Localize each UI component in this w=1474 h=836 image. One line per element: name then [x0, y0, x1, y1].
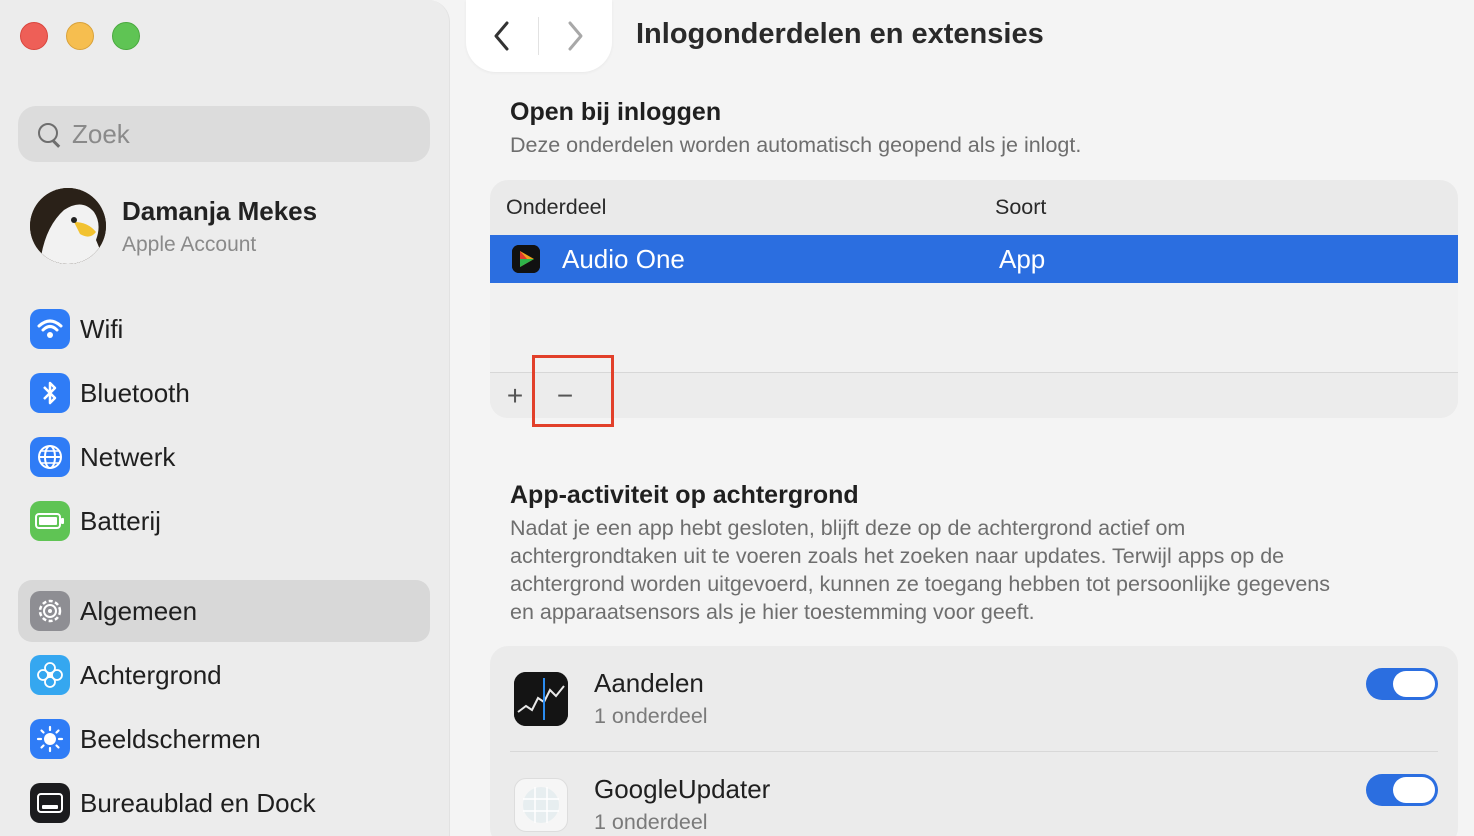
stocks-app-icon: [514, 672, 568, 726]
minimize-window-button[interactable]: [66, 22, 94, 50]
wifi-icon: [30, 309, 70, 349]
zoom-window-button[interactable]: [112, 22, 140, 50]
sidebar-item-label: Batterij: [80, 505, 161, 536]
dock-icon: [30, 783, 70, 823]
battery-icon: [30, 501, 70, 541]
row-item-type: App: [999, 243, 1046, 274]
table-footer: + −: [490, 372, 1458, 418]
highlight-annotation: [532, 355, 614, 427]
main-content: Inlogonderdelen en extensies Open bij in…: [450, 0, 1474, 836]
app-name: Aandelen: [594, 668, 704, 698]
sidebar-item-label: Beeldschermen: [80, 723, 261, 754]
sidebar-item-beeldschermen[interactable]: Beeldschermen: [18, 708, 430, 770]
account-subtitle: Apple Account: [122, 232, 257, 256]
list-item: GoogleUpdater 1 onderdeel: [490, 752, 1458, 836]
google-updater-app-icon: [514, 778, 568, 832]
background-apps-list: Aandelen 1 onderdeel GoogleUpdater 1 ond…: [490, 646, 1458, 836]
sidebar-item-netwerk[interactable]: Netwerk: [18, 426, 430, 488]
description-line: Nadat je een app hebt gesloten, blijft d…: [510, 516, 1186, 540]
search-placeholder: Zoek: [72, 118, 130, 149]
column-header-type[interactable]: Soort: [995, 195, 1046, 220]
page-title: Inlogonderdelen en extensies: [636, 18, 1044, 50]
column-header-item[interactable]: Onderdeel: [506, 195, 606, 220]
aandelen-toggle[interactable]: [1366, 668, 1438, 700]
close-window-button[interactable]: [20, 22, 48, 50]
list-item: Aandelen 1 onderdeel: [490, 646, 1458, 752]
sidebar-item-label: Netwerk: [80, 441, 176, 472]
sidebar: Zoek Damanja Mekes Apple Account Wifi Bl…: [0, 0, 450, 836]
description-line: achtergrond worden uitgevoerd, kunnen ze…: [510, 572, 1330, 596]
sidebar-item-wifi[interactable]: Wifi: [18, 298, 430, 360]
chevron-right-icon: [568, 21, 583, 51]
sidebar-item-achtergrond[interactable]: Achtergrond: [18, 644, 430, 706]
login-items-table: Onderdeel Soort Audio One App + −: [490, 180, 1458, 418]
background-section-description: Nadat je een app hebt gesloten, blijft d…: [510, 514, 1330, 626]
bluetooth-icon: [30, 373, 70, 413]
globe-icon: [30, 437, 70, 477]
sidebar-item-label: Achtergrond: [80, 659, 222, 690]
app-subtitle: 1 onderdeel: [594, 810, 708, 834]
navigation-buttons: [466, 0, 612, 72]
sidebar-item-bureaublad-en-dock[interactable]: Bureaublad en Dock: [18, 772, 430, 834]
googleupdater-toggle[interactable]: [1366, 774, 1438, 806]
sidebar-item-label: Bluetooth: [80, 377, 190, 408]
table-row[interactable]: Audio One App: [490, 235, 1458, 283]
sidebar-item-label: Wifi: [80, 313, 124, 344]
forward-button[interactable]: [539, 0, 611, 72]
flower-icon: [30, 655, 70, 695]
description-line: en apparaatsensors als je hier toestemmi…: [510, 600, 1035, 624]
login-section-title: Open bij inloggen: [510, 98, 722, 126]
sidebar-item-label: Bureaublad en Dock: [80, 787, 316, 818]
background-section-title: App-activiteit op achtergrond: [510, 481, 859, 509]
sidebar-item-bluetooth[interactable]: Bluetooth: [18, 362, 430, 424]
app-subtitle: 1 onderdeel: [594, 704, 708, 728]
login-section-description: Deze onderdelen worden automatisch geope…: [510, 133, 1082, 157]
search-icon: [36, 121, 62, 147]
chevron-left-icon: [494, 21, 509, 51]
account-name: Damanja Mekes: [122, 195, 318, 226]
table-header: Onderdeel Soort: [490, 180, 1458, 235]
sidebar-item-algemeen[interactable]: Algemeen: [18, 580, 430, 642]
audio-one-app-icon: [512, 245, 540, 273]
avatar: [30, 188, 106, 264]
sidebar-item-batterij[interactable]: Batterij: [18, 490, 430, 552]
back-button[interactable]: [466, 0, 538, 72]
sun-icon: [30, 719, 70, 759]
account-entry[interactable]: Damanja Mekes Apple Account: [30, 188, 317, 264]
gear-icon: [30, 591, 70, 631]
row-item-name: Audio One: [562, 243, 685, 274]
sidebar-item-label: Algemeen: [80, 595, 198, 626]
app-name: GoogleUpdater: [594, 774, 771, 804]
table-empty-area: [490, 283, 1458, 372]
description-line: achtergrondtaken uit te voeren zoals het…: [510, 544, 1285, 568]
search-input[interactable]: Zoek: [18, 106, 430, 162]
